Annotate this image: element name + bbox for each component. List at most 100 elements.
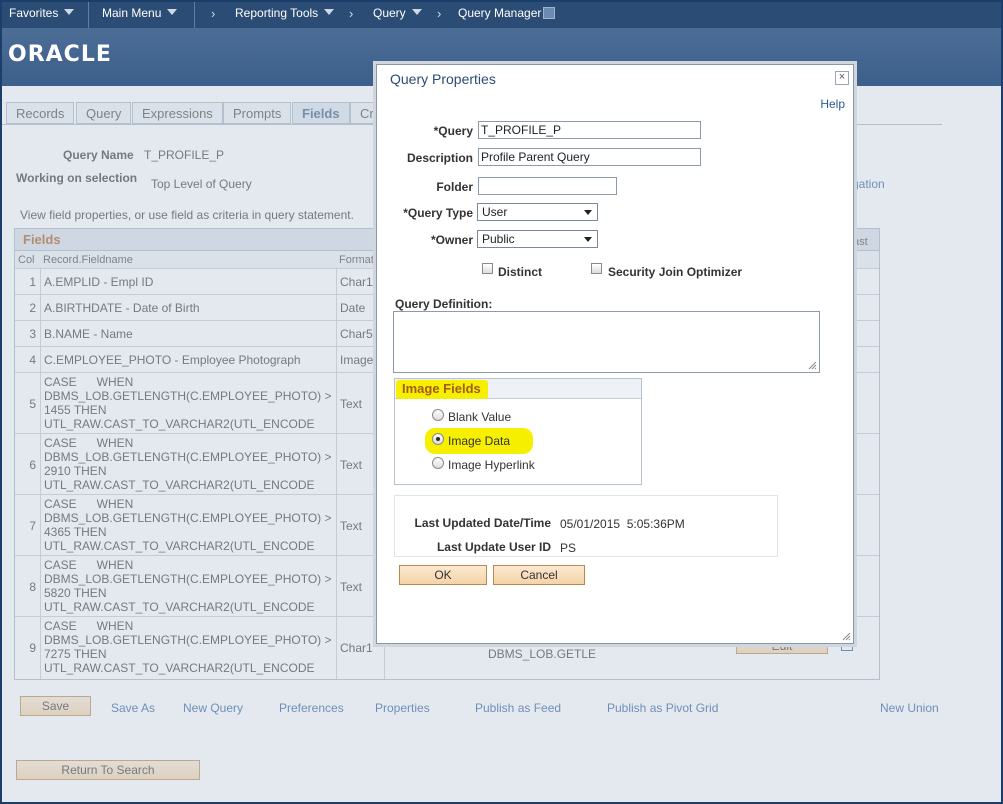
nav-separator — [88, 2, 89, 28]
cancel-button[interactable]: Cancel — [493, 565, 585, 585]
chevron-right-icon: › — [437, 6, 442, 21]
row-number: 2 — [29, 301, 36, 315]
col-header-format: Format — [339, 254, 374, 266]
navigation-link[interactable]: gation — [852, 177, 885, 191]
row-field-line: 1455 THEN — [44, 403, 107, 417]
nav-favorites[interactable]: Favorites — [9, 6, 75, 20]
nav-query[interactable]: Query — [373, 6, 422, 20]
working-selection-label: Working on selection — [16, 171, 138, 185]
row-field: A.EMPLID - Empl ID — [40, 269, 336, 294]
top-nav: Favorites Main Menu › Reporting Tools › … — [2, 2, 1001, 28]
row-number: 9 — [29, 641, 36, 655]
nav-reporting-tools[interactable]: Reporting Tools — [235, 6, 335, 20]
last-user-label: Last Update User ID — [436, 540, 551, 554]
row-number: 4 — [29, 353, 36, 367]
tab-query[interactable]: Query — [76, 102, 132, 124]
new-union-link[interactable]: New Union — [880, 701, 939, 715]
image-data-label: Image Data — [448, 434, 511, 448]
query-definition-label: Query Definition: — [395, 297, 493, 311]
instructions-text: View field properties, or use field as c… — [20, 208, 354, 222]
row-field: A.BIRTHDATE - Date of Birth — [40, 295, 336, 320]
owner-label: *Owner — [430, 233, 473, 247]
owner-value: Public — [482, 232, 515, 246]
row-field-line: CASE WHEN — [44, 619, 134, 633]
nav-reporting-tools-label: Reporting Tools — [235, 6, 319, 20]
owner-select[interactable]: Public — [477, 230, 598, 248]
last-updated-value: 05/01/2015 5:05:36PM — [560, 517, 685, 531]
row-field-line: DBMS_LOB.GETLENGTH(C.EMPLOYEE_PHOTO) > — [44, 511, 332, 525]
resize-grip-icon — [808, 361, 817, 370]
chevron-down-icon — [64, 9, 75, 15]
chevron-down-icon — [584, 237, 592, 242]
row-field-line: DBMS_LOB.GETLENGTH(C.EMPLOYEE_PHOTO) > — [44, 389, 332, 403]
nav-main-menu[interactable]: Main Menu — [102, 6, 178, 20]
query-input[interactable]: T_PROFILE_P — [478, 121, 701, 139]
row-number: 1 — [29, 275, 36, 289]
chevron-down-icon — [411, 9, 422, 15]
query-properties-dialog: Query Properties × Help *Query T_PROFILE… — [376, 64, 854, 644]
ok-button[interactable]: OK — [399, 565, 487, 585]
tab-fields[interactable]: Fields — [292, 102, 350, 124]
security-join-checkbox[interactable] — [591, 263, 602, 274]
working-selection-value: Top Level of Query — [151, 177, 252, 191]
return-to-search-button[interactable]: Return To Search — [16, 760, 200, 780]
row-field-line: 2910 THEN — [44, 464, 107, 478]
save-button[interactable]: Save — [20, 696, 91, 716]
chevron-right-icon: › — [211, 6, 216, 21]
row-field-line: UTL_RAW.CAST_TO_VARCHAR2(UTL_ENCODE — [44, 417, 315, 431]
resize-grip-icon[interactable] — [841, 631, 851, 641]
nav-query-manager[interactable]: Query Manager — [458, 6, 556, 20]
last-updated-label: Last Updated Date/Time — [414, 516, 551, 530]
distinct-checkbox[interactable] — [482, 263, 493, 274]
last-update-group: Last Updated Date/Time 05/01/2015 5:05:3… — [394, 495, 778, 557]
blank-value-radio[interactable] — [432, 409, 444, 421]
image-data-radio[interactable] — [432, 433, 444, 445]
browser-frame: Favorites Main Menu › Reporting Tools › … — [0, 0, 1003, 804]
security-join-label: Security Join Optimizer — [608, 265, 743, 279]
chevron-down-icon — [167, 9, 178, 15]
row-number: 8 — [29, 580, 36, 594]
row-field-line: DBMS_LOB.GETLENGTH(C.EMPLOYEE_PHOTO) > — [44, 450, 332, 464]
col-header-field: Record.Fieldname — [43, 254, 133, 266]
row-number: 7 — [29, 519, 36, 533]
row-field-line: CASE WHEN — [44, 375, 134, 389]
description-input[interactable]: Profile Parent Query — [478, 148, 701, 166]
publish-feed-link[interactable]: Publish as Feed — [475, 701, 561, 715]
new-query-link[interactable]: New Query — [183, 701, 243, 715]
nav-query-label: Query — [373, 6, 406, 20]
row-field-line: UTL_RAW.CAST_TO_VARCHAR2(UTL_ENCODE — [44, 600, 315, 614]
query-type-select[interactable]: User — [477, 203, 598, 221]
row-field-line: 7275 THEN — [44, 647, 107, 661]
image-hyperlink-label: Image Hyperlink — [448, 458, 535, 472]
row-number: 6 — [29, 458, 36, 472]
row-field-line: 4365 THEN — [44, 525, 107, 539]
query-name-value: T_PROFILE_P — [144, 148, 225, 162]
preferences-link[interactable]: Preferences — [279, 701, 344, 715]
publish-pivot-link[interactable]: Publish as Pivot Grid — [607, 701, 718, 715]
oracle-logo: ORACLE — [8, 42, 112, 67]
chevron-down-icon — [324, 9, 335, 15]
row-field: CASE WHEN DBMS_LOB.GETLENGTH(C.EMPLOYEE_… — [40, 617, 336, 679]
tab-records[interactable]: Records — [6, 102, 75, 124]
query-type-label: *Query Type — [403, 206, 473, 220]
row-field-line: CASE WHEN — [44, 436, 134, 450]
help-link[interactable]: Help — [820, 97, 845, 111]
row-field: B.NAME - Name — [40, 321, 336, 346]
row-field: CASE WHEN DBMS_LOB.GETLENGTH(C.EMPLOYEE_… — [40, 556, 336, 616]
row-field: C.EMPLOYEE_PHOTO - Employee Photograph — [40, 347, 336, 372]
blank-value-label: Blank Value — [448, 410, 512, 424]
properties-link[interactable]: Properties — [375, 701, 430, 715]
save-as-link[interactable]: Save As — [111, 701, 155, 715]
tab-prompts[interactable]: Prompts — [223, 102, 292, 124]
image-hyperlink-radio[interactable] — [432, 457, 444, 469]
nav-query-manager-label: Query Manager — [458, 6, 542, 20]
folder-input[interactable] — [478, 177, 617, 195]
row-number: 5 — [29, 397, 36, 411]
query-definition-textarea[interactable] — [393, 311, 820, 373]
folder-label: Folder — [436, 180, 473, 194]
dialog-title: Query Properties — [390, 71, 496, 87]
tab-expressions[interactable]: Expressions — [132, 102, 223, 124]
row-number: 3 — [29, 327, 36, 341]
chevron-right-icon: › — [349, 6, 354, 21]
close-icon[interactable]: × — [835, 71, 849, 85]
